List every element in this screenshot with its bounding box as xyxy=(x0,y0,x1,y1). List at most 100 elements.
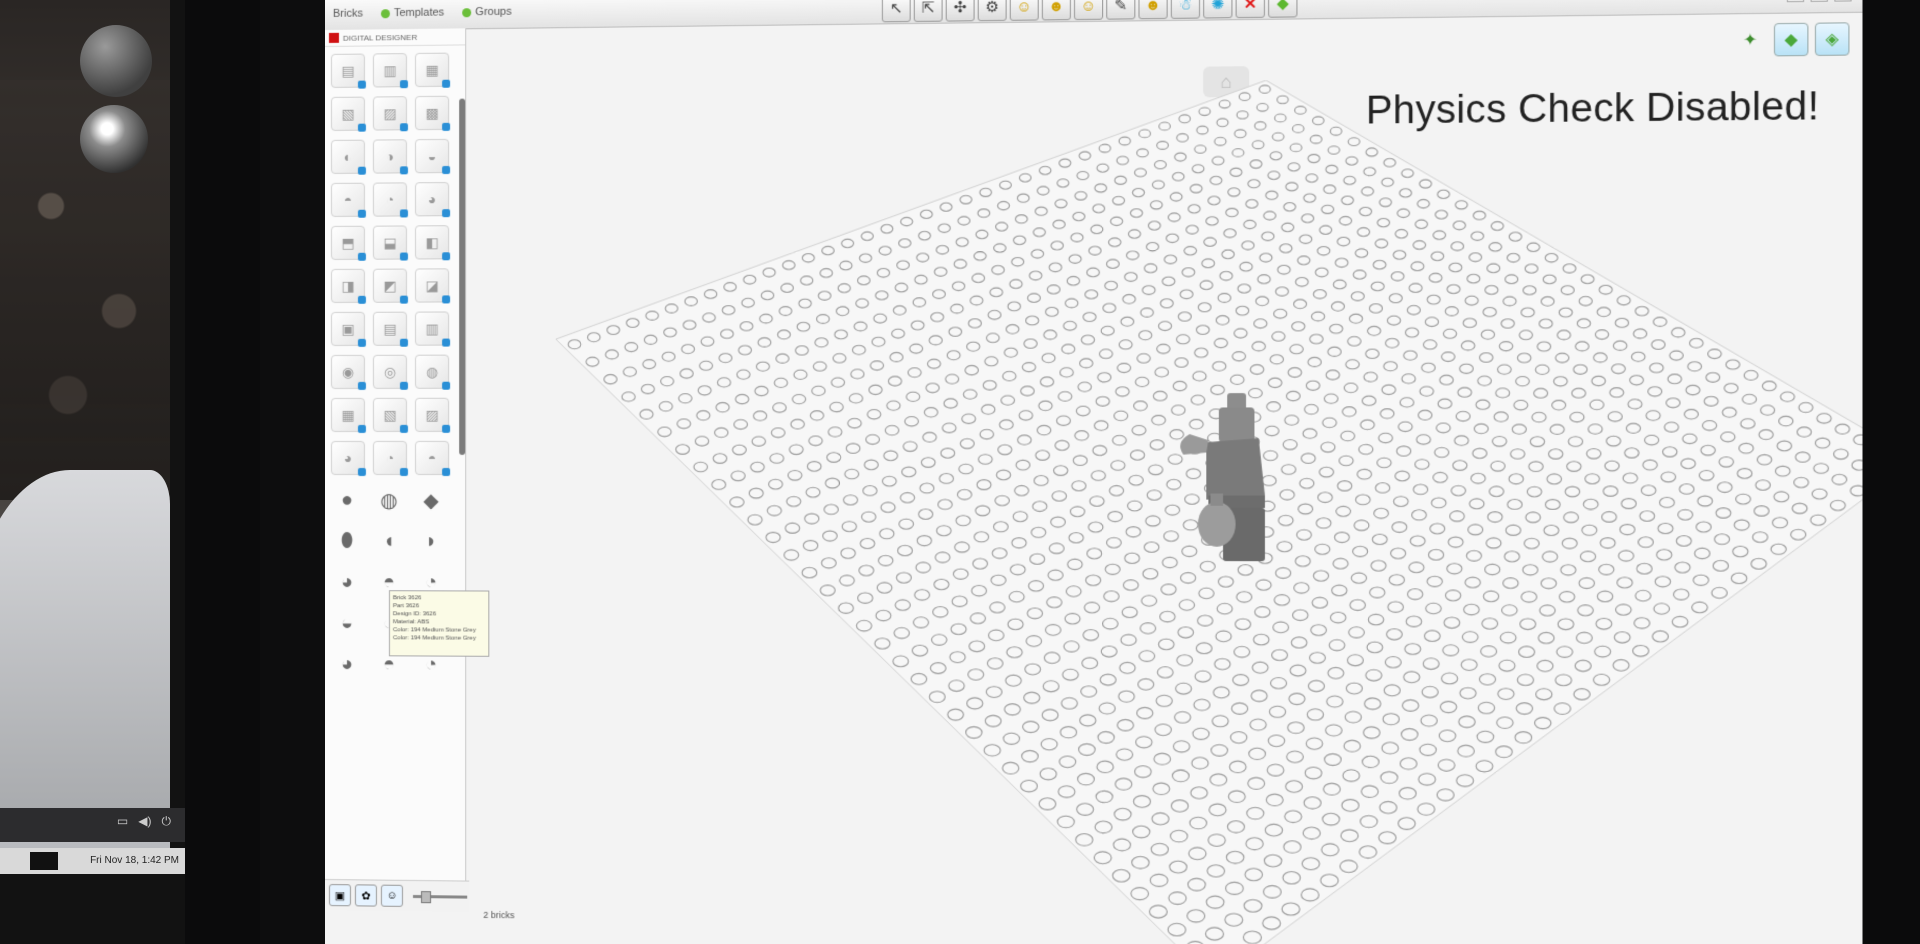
brick-count-badge xyxy=(442,165,451,175)
left-monitor-screen xyxy=(0,0,170,860)
palette-brick[interactable]: ◧ xyxy=(414,225,451,261)
clone-icon[interactable]: ☻ xyxy=(1041,0,1071,21)
palette-minifig-part[interactable]: ◗ xyxy=(415,525,447,557)
photo-scene: ▭ ◀) ⏻ Fri Nov 18, 1:42 PM Bricks Templa… xyxy=(0,0,1920,944)
menu-templates[interactable]: Templates xyxy=(380,7,444,20)
palette-brick[interactable]: ◔ xyxy=(372,182,408,218)
matte-sphere-icon xyxy=(80,25,152,97)
palette-brick[interactable]: ◔ xyxy=(372,440,408,477)
maximize-icon[interactable]: □ xyxy=(1810,0,1828,2)
palette-brick[interactable]: ▨ xyxy=(372,96,408,132)
brick-count-badge xyxy=(399,381,408,390)
screen-icon[interactable]: ▭ xyxy=(117,814,128,829)
connect-icon[interactable]: ✣ xyxy=(945,0,975,22)
paint-icon[interactable]: ✎ xyxy=(1106,0,1136,20)
brick-count-badge xyxy=(399,209,408,218)
brick-count-badge xyxy=(399,166,408,175)
brick-count-badge xyxy=(442,467,451,477)
palette-brick[interactable]: ▦ xyxy=(414,52,451,88)
menu-groups[interactable]: Groups xyxy=(462,6,512,19)
brick-count-badge xyxy=(399,295,408,304)
palette-brick[interactable]: ▧ xyxy=(330,96,366,132)
palette-brick[interactable]: ▤ xyxy=(330,53,366,89)
palette-brick[interactable]: ▦ xyxy=(330,397,366,433)
volume-icon[interactable]: ◀) xyxy=(138,814,151,829)
palette-brick[interactable]: ▧ xyxy=(372,397,408,433)
palette-brick[interactable]: ◓ xyxy=(414,440,451,477)
hide-icon[interactable]: ☺ xyxy=(1073,0,1104,21)
palette-title: DIGITAL DESIGNER xyxy=(342,32,418,43)
palette-minifig-part[interactable]: ◖ xyxy=(373,525,405,557)
brick-count-badge xyxy=(357,295,366,304)
delete-icon[interactable]: ✕ xyxy=(1235,0,1265,19)
3d-viewport[interactable]: ⌂ Physics Check Disabled! xyxy=(465,12,1863,944)
palette-brick[interactable]: ◨ xyxy=(330,268,366,304)
brick-count-badge xyxy=(442,381,451,390)
palette-minifig-part[interactable]: ● xyxy=(331,484,363,516)
hinge-icon[interactable]: ⚙ xyxy=(977,0,1007,22)
clock: Fri Nov 18, 1:42 PM xyxy=(90,855,179,866)
palette-minifig-part[interactable]: ◕ xyxy=(331,648,363,680)
palette-filter-icon[interactable]: ☺ xyxy=(380,884,403,907)
palette-brick[interactable]: ▥ xyxy=(414,311,451,347)
brick-count-badge xyxy=(399,424,408,433)
power-icon[interactable]: ⏻ xyxy=(162,814,172,829)
brick-palette: DIGITAL DESIGNER ▤ ▥ ▦ ▧ ▨ ▩ ◐ ◑ ◒ ◓ ◔ ◕ ⬒ ⬓ ◧ ◨ ◩ ◪ ▣ ▤ ▥ ◉ ◎… xyxy=(325,28,490,912)
palette-footer: ▣ ✿ ☺ xyxy=(325,879,470,912)
palette-view-icon[interactable]: ▣ xyxy=(328,884,351,907)
palette-brick[interactable]: ◑ xyxy=(372,139,408,175)
palette-brick[interactable]: ▣ xyxy=(330,311,366,347)
palette-brick[interactable]: ◍ xyxy=(414,354,451,390)
palette-brick[interactable]: ◕ xyxy=(330,440,366,477)
minifig-icon[interactable]: ☃ xyxy=(1170,0,1201,19)
minifigure[interactable] xyxy=(1175,393,1290,567)
brick-count-badge xyxy=(399,338,408,347)
brick-count-badge xyxy=(399,467,408,477)
minifig-bottle-neck xyxy=(1210,493,1224,506)
brick-count-badge xyxy=(442,338,451,347)
palette-brick[interactable]: ◩ xyxy=(372,268,408,304)
menu-bricks[interactable]: Bricks xyxy=(333,8,363,20)
flex-icon[interactable]: ☺ xyxy=(1009,0,1039,21)
palette-brick[interactable]: ⬓ xyxy=(372,225,408,261)
palette-minifig-part[interactable]: ⬮ xyxy=(331,525,363,557)
brick-count-badge xyxy=(442,79,451,88)
palette-minifig-part[interactable]: ◆ xyxy=(415,484,447,516)
grey-surface xyxy=(0,470,170,810)
palette-brick[interactable]: ⬒ xyxy=(330,225,366,261)
palette-brick[interactable]: ▩ xyxy=(414,95,451,131)
build-icon[interactable]: ◆ xyxy=(1268,0,1298,18)
palette-brick[interactable]: ◎ xyxy=(372,354,408,390)
palette-minifig-part[interactable]: ◕ xyxy=(331,566,363,598)
brick-count-badge xyxy=(357,467,366,477)
palette-minifig-part[interactable]: ◒ xyxy=(331,607,363,639)
gear-icon[interactable]: ✺ xyxy=(1203,0,1233,19)
templates-icon xyxy=(380,8,390,18)
close-icon[interactable]: × xyxy=(1834,0,1852,2)
palette-brick[interactable]: ◕ xyxy=(414,182,451,218)
left-taskbar: ▭ ◀) ⏻ xyxy=(0,808,185,842)
palette-brick[interactable]: ◓ xyxy=(330,182,366,218)
palette-brick[interactable]: ◒ xyxy=(414,138,451,175)
taskbar-block xyxy=(30,852,58,870)
decorate-icon[interactable]: ☻ xyxy=(1138,0,1168,20)
palette-brick[interactable]: ◉ xyxy=(330,354,366,390)
palette-brick[interactable]: ▥ xyxy=(372,53,408,89)
palette-grid: ▤ ▥ ▦ ▧ ▨ ▩ ◐ ◑ ◒ ◓ ◔ ◕ ⬒ ⬓ ◧ ◨ ◩ ◪ ▣ ▤ ▥ ◉ ◎ ◍ ▦ ▧ ▨ ◕ ◔ ◓ ● ◍ ◆ ⬮ ◖ ◗ ◕ ◓ ◔ ◒… xyxy=(330,52,451,681)
minimize-icon[interactable]: – xyxy=(1786,0,1805,3)
palette-brick[interactable]: ▨ xyxy=(414,397,451,433)
palette-brick[interactable]: ▤ xyxy=(372,311,408,347)
palette-header: DIGITAL DESIGNER xyxy=(325,28,466,47)
brick-count-badge xyxy=(442,122,451,131)
palette-color-icon[interactable]: ✿ xyxy=(354,884,377,907)
palette-minifig-part[interactable]: ◍ xyxy=(373,484,405,516)
zoom-slider[interactable] xyxy=(412,894,468,899)
palette-brick[interactable]: ◐ xyxy=(330,139,366,175)
palette-brick[interactable]: ◪ xyxy=(414,268,451,304)
minifig-bottle xyxy=(1197,501,1236,547)
multi-select-icon[interactable]: ⇱ xyxy=(913,0,943,22)
brick-count-badge xyxy=(357,381,366,390)
brick-count-badge xyxy=(399,252,408,261)
select-arrow-icon[interactable]: ↖ xyxy=(881,0,911,23)
brick-count-badge xyxy=(442,295,451,304)
